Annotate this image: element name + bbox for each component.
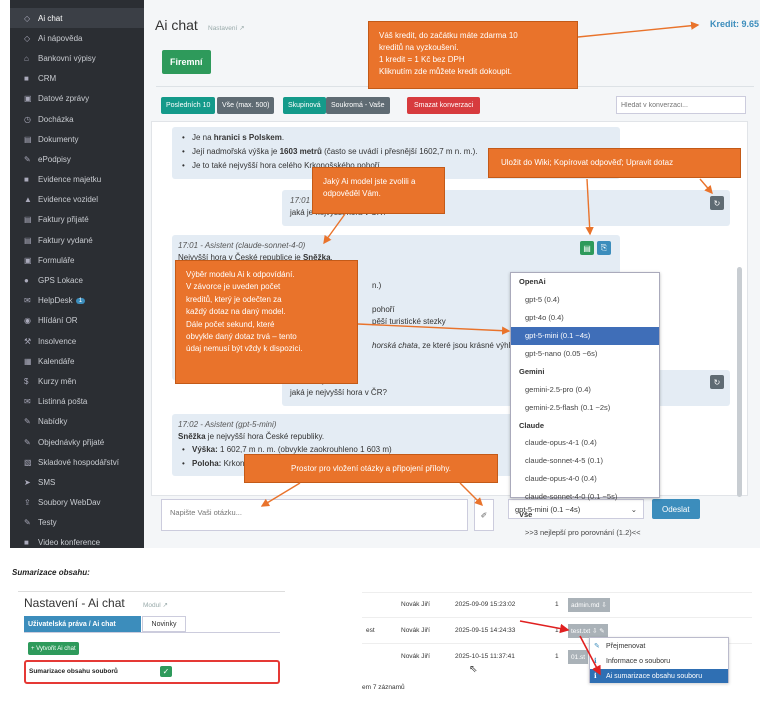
highlight-arrows [519,620,601,676]
annotation-arrows [260,21,713,507]
